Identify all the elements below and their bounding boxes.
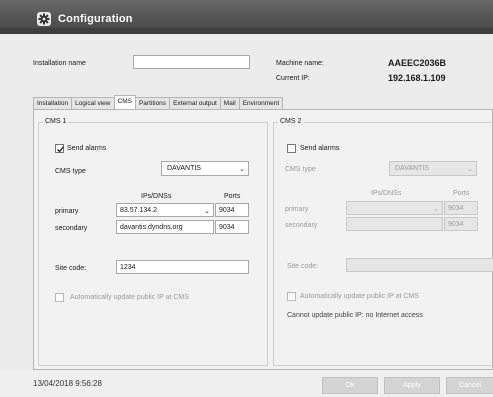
installation-name-input[interactable] xyxy=(133,55,250,69)
cms1-site-code-label: Site code: xyxy=(55,265,87,272)
tab-partitions[interactable]: Partitions xyxy=(134,97,171,109)
cms1-site-code-input[interactable]: 1234 xyxy=(116,260,249,274)
cms2-send-alarms-checkbox[interactable] xyxy=(287,144,296,153)
cms1-group: CMS 1 xyxy=(38,118,268,366)
cms1-send-alarms-label: Send alarms xyxy=(67,145,107,152)
cms1-send-alarms-checkbox[interactable] xyxy=(55,144,64,153)
cms2-cms-type-select[interactable]: DAVANTIS ⌄ xyxy=(389,161,477,176)
chevron-down-icon: ⌄ xyxy=(433,206,439,213)
cms2-group: CMS 2 xyxy=(273,118,493,366)
cms1-cms-type-value: DAVANTIS xyxy=(167,165,201,172)
chevron-down-icon: ⌄ xyxy=(204,208,210,215)
status-datetime: 13/04/2018 9:56:28 xyxy=(33,379,102,388)
tab-logical-view[interactable]: Logical view xyxy=(71,97,115,109)
title-stripe xyxy=(0,28,493,34)
apply-button[interactable]: Apply xyxy=(384,377,440,394)
cms2-ips-header: IPs/DNSs xyxy=(371,190,402,197)
cms1-secondary-ip-input[interactable]: davantis.dyndns.org xyxy=(116,220,214,234)
cms2-primary-port-input[interactable]: 9034 xyxy=(444,201,478,215)
tab-external-output[interactable]: External output xyxy=(169,97,221,109)
cms1-auto-update-label: Automatically update public IP at CMS xyxy=(70,294,189,301)
cms2-secondary-label: secondary xyxy=(285,222,318,229)
cancel-button[interactable]: Cancel xyxy=(446,377,493,394)
cms2-cms-type-label: CMS type xyxy=(285,166,316,173)
chevron-down-icon: ⌄ xyxy=(239,166,245,173)
gear-icon xyxy=(37,12,51,26)
cms1-ports-header: Ports xyxy=(224,193,241,200)
current-ip-value: 192.168.1.109 xyxy=(388,73,446,83)
machine-name-label: Machine name: xyxy=(276,60,324,67)
tab-mail[interactable]: Mail xyxy=(219,97,240,109)
cms2-status-message: Cannot update public IP: no Internet acc… xyxy=(287,312,423,319)
cms2-secondary-ip-input[interactable] xyxy=(346,217,443,231)
chevron-down-icon: ⌄ xyxy=(467,166,473,173)
cms2-site-code-label: Site code: xyxy=(287,263,319,270)
cms1-title: CMS 1 xyxy=(43,118,69,125)
tab-cms[interactable]: CMS xyxy=(113,95,136,109)
cms2-primary-ip-select[interactable]: ⌄ xyxy=(346,201,443,215)
cms2-title: CMS 2 xyxy=(278,118,304,125)
current-ip-label: Current IP: xyxy=(276,75,310,82)
tab-bar: Installation Logical view CMS Partitions… xyxy=(33,95,284,109)
machine-name-value: AAEEC2036B xyxy=(388,58,447,68)
window-title: Configuration xyxy=(58,13,133,25)
cms2-site-code-input[interactable] xyxy=(346,258,493,272)
cms2-auto-update-checkbox[interactable] xyxy=(287,292,296,301)
cms1-primary-label: primary xyxy=(55,208,79,215)
cms-tab-panel: CMS 1 Send alarms CMS type DAVANTIS ⌄ IP… xyxy=(33,109,493,370)
installation-name-label: Installation name xyxy=(33,60,86,67)
cms2-cms-type-value: DAVANTIS xyxy=(395,165,429,172)
cms1-secondary-label: secondary xyxy=(55,225,88,232)
title-bar: Configuration xyxy=(0,0,493,34)
ok-button[interactable]: Ok xyxy=(322,377,378,394)
cms1-auto-update-checkbox[interactable] xyxy=(55,293,64,302)
cms1-primary-port-input[interactable]: 9034 xyxy=(215,203,249,217)
tab-installation[interactable]: Installation xyxy=(33,97,73,109)
cms2-send-alarms-label: Send alarms xyxy=(300,145,340,152)
cms2-secondary-port-input[interactable]: 9034 xyxy=(444,217,478,231)
cms1-ips-header: IPs/DNSs xyxy=(141,193,172,200)
tab-environment[interactable]: Environment xyxy=(238,97,284,109)
cms2-auto-update-label: Automatically update public IP at CMS xyxy=(300,293,419,300)
cms1-cms-type-label: CMS type xyxy=(55,168,86,175)
cms2-ports-header: Ports xyxy=(453,190,470,197)
cms1-secondary-port-input[interactable]: 9034 xyxy=(215,220,249,234)
cms1-primary-ip-select[interactable]: 83.57.134.2 ⌄ xyxy=(116,203,214,217)
cms1-cms-type-select[interactable]: DAVANTIS ⌄ xyxy=(161,161,249,176)
cms1-primary-ip-value: 83.57.134.2 xyxy=(120,207,157,214)
cms2-primary-label: primary xyxy=(285,206,309,213)
